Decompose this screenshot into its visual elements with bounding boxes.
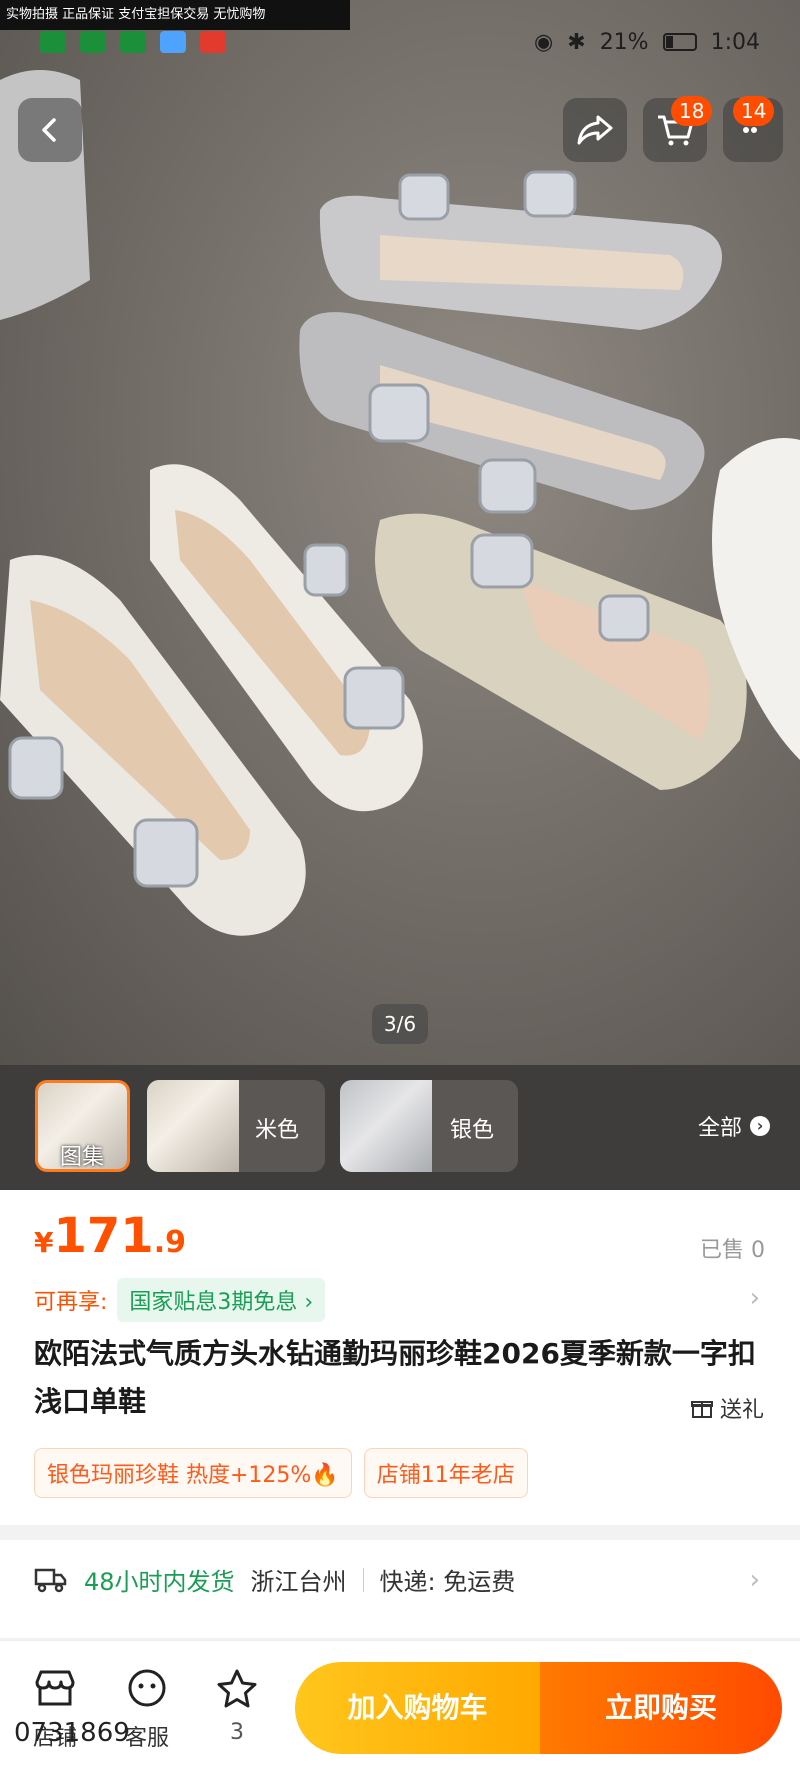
- app-icon: [80, 31, 106, 53]
- service-button[interactable]: [117, 1668, 177, 1712]
- silver-shoe-1: [319, 195, 722, 330]
- shipping-fee: 快递: 免运费: [379, 1568, 516, 1596]
- chevron-right-icon[interactable]: ›: [750, 1283, 760, 1313]
- gift-button[interactable]: 送礼: [690, 1392, 764, 1424]
- thumb-gallery[interactable]: 图集: [35, 1080, 130, 1172]
- price-symbol: ¥: [34, 1226, 54, 1259]
- message-badge: 14: [733, 96, 775, 126]
- chevron-right-icon[interactable]: ›: [750, 1565, 760, 1595]
- product-image[interactable]: 实物拍摄 正品保证 支付宝担保交易 无忧购物 ◉ ✱ 21% 1:04 18 1…: [0, 0, 800, 1065]
- share-button[interactable]: [563, 98, 627, 162]
- back-arrow-icon: [42, 118, 56, 142]
- view-all-label: 全部: [697, 1116, 742, 1141]
- thumb-beige[interactable]: 米色: [147, 1080, 325, 1172]
- divider: [362, 1567, 364, 1592]
- shop-age-tag[interactable]: 店铺11年老店: [363, 1448, 528, 1498]
- shipping-info: 48小时内发货 浙江台州 快递: 免运费: [34, 1562, 515, 1597]
- view-all-button[interactable]: 全部 ›: [698, 1110, 770, 1142]
- thumb-silver[interactable]: 银色: [340, 1080, 518, 1172]
- app-icon: [120, 31, 146, 53]
- add-to-cart-button[interactable]: 加入购物车: [295, 1662, 540, 1754]
- champagne-shoe: [375, 513, 747, 790]
- variant-thumb-bar: 图集 米色 银色: [0, 1065, 800, 1190]
- tag-row: 银色玛丽珍鞋 热度+125%🔥 店铺11年老店: [34, 1448, 528, 1498]
- message-button[interactable]: 14: [723, 96, 783, 162]
- chevron-right-circle-icon: ›: [750, 1116, 770, 1136]
- favorite-button[interactable]: [207, 1668, 267, 1714]
- dispatch-time: 48小时内发货: [84, 1568, 235, 1596]
- thumb-image: [147, 1080, 239, 1172]
- thumb-label: 银色: [450, 1118, 495, 1143]
- favorite-count: 3: [230, 1720, 244, 1745]
- app-icon: [40, 31, 66, 53]
- shop-button[interactable]: [25, 1668, 85, 1712]
- product-title: 欧陌法式气质方头水钻通勤玛丽珍鞋2026夏季新款一字扣浅口单鞋: [34, 1337, 756, 1418]
- gift-icon: [690, 1401, 713, 1418]
- buy-now-button[interactable]: 立即购买: [540, 1662, 782, 1754]
- cart-badge: 18: [671, 96, 713, 126]
- star-icon: [217, 1669, 257, 1708]
- thumb-label: 米色: [255, 1118, 300, 1143]
- ship-origin: 浙江台州: [250, 1568, 347, 1596]
- image-counter: 3/6: [372, 1004, 428, 1044]
- phone-watermark: 0731869: [14, 1718, 130, 1748]
- thumb-label: 图集: [60, 1145, 105, 1170]
- promo-prefix: 可再享:: [34, 1290, 108, 1315]
- store-icon: [35, 1670, 75, 1706]
- back-button[interactable]: [18, 98, 82, 162]
- cart-nav-button[interactable]: 18: [643, 96, 713, 162]
- share-icon: [577, 115, 613, 145]
- service-label: 客服: [125, 1726, 170, 1751]
- clock: 1:04: [710, 29, 760, 55]
- sold-count: 已售 0: [700, 1238, 765, 1263]
- price-integer: 171: [53, 1208, 154, 1264]
- status-bar: ◉ ✱ 21% 1:04: [40, 26, 760, 58]
- bluetooth-icon: ✱: [567, 29, 586, 55]
- app-icon: [200, 31, 226, 53]
- cloud-icon: [160, 31, 186, 53]
- price: ¥171.9: [34, 1208, 186, 1264]
- truck-icon: [34, 1568, 67, 1592]
- installment-chip[interactable]: 国家贴息3期免息 ›: [117, 1278, 326, 1322]
- promo-row[interactable]: 可再享: 国家贴息3期免息 ›: [34, 1278, 326, 1322]
- price-decimal: .9: [153, 1225, 186, 1260]
- hot-tag[interactable]: 银色玛丽珍鞋 热度+125%🔥: [34, 1448, 352, 1498]
- battery-percent: 21%: [599, 29, 649, 55]
- eye-icon: ◉: [534, 29, 554, 55]
- thumb-image: [340, 1080, 432, 1172]
- battery-icon: [662, 33, 697, 51]
- gift-label: 送礼: [719, 1398, 764, 1423]
- customer-service-icon: [128, 1669, 166, 1707]
